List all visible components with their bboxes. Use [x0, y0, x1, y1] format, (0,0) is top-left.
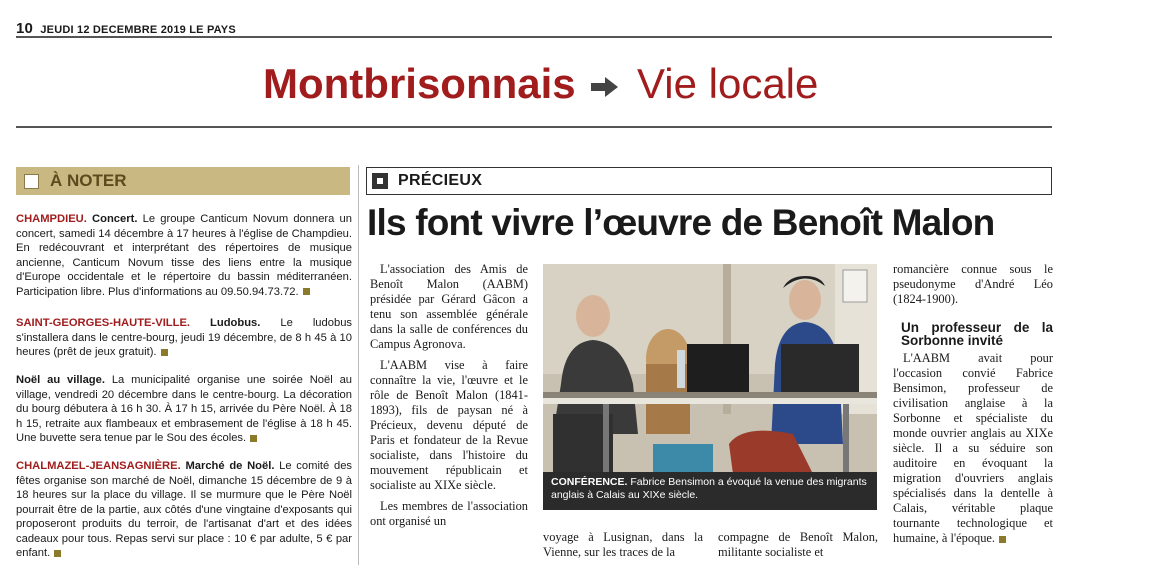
- brief-place: CHALMAZEL-JEANSAGNIÈRE.: [16, 460, 181, 472]
- brief-title: Concert.: [92, 213, 138, 225]
- end-square-icon: [302, 288, 310, 296]
- story-paragraph: Les membres de l'association ont organis…: [370, 499, 528, 528]
- story-paragraph-text: L'AABM avait pour l'occasion convié Fabr…: [893, 351, 1053, 545]
- brief-title: Noël au village.: [16, 374, 105, 386]
- story-column-3: compagne de Benoît Malon, militante soci…: [718, 530, 878, 559]
- section-subtitle: Vie locale: [637, 60, 819, 107]
- brief-text: Le groupe Canticum Novum donnera un conc…: [16, 213, 353, 298]
- brief-text: Le comité des fêtes organise son marché …: [16, 460, 353, 559]
- story-paragraph: romancière connue sous le pseudonyme d'A…: [893, 262, 1053, 306]
- column-divider: [358, 165, 359, 565]
- top-rule: [16, 36, 1052, 38]
- page-number: 10: [16, 20, 34, 37]
- story-paragraph: L'AABM avait pour l'occasion convié Fabr…: [893, 351, 1053, 546]
- story-paragraph: L'AABM vise à faire connaître la vie, l'…: [370, 358, 528, 492]
- brief-place: SAINT-GEORGES-HAUTE-VILLE.: [16, 317, 191, 329]
- story-column-4: romancière connue sous le pseudonyme d'A…: [893, 262, 1053, 546]
- story-column-1: L'association des Amis de Benoît Malon (…: [370, 262, 528, 529]
- caption-kicker: CONFÉRENCE.: [551, 476, 628, 488]
- section-title: Montbrisonnais: [263, 60, 576, 107]
- photo-caption: CONFÉRENCE. Fabrice Bensimon a évoqué la…: [543, 472, 877, 510]
- story-subhead: Un professeur de la Sorbonne invité: [901, 320, 1053, 348]
- rubric-square-icon: [372, 173, 388, 189]
- end-square-icon: [999, 535, 1007, 543]
- brief-title: Ludobus.: [210, 317, 261, 329]
- section-heading: Montbrisonnais Vie locale: [263, 60, 818, 108]
- section-rule: [16, 126, 1052, 128]
- brief-item: Noël au village. La municipalité organis…: [16, 373, 352, 446]
- date-line: JEUDI 12 DECEMBRE 2019 LE PAYS: [40, 24, 236, 36]
- end-square-icon: [160, 348, 168, 356]
- brief-place: CHAMPDIEU.: [16, 213, 87, 225]
- story-column-2: voyage à Lusignan, dans la Vienne, sur l…: [543, 530, 703, 559]
- brief-item: CHALMAZEL-JEANSAGNIÈRE. Marché de Noël. …: [16, 459, 352, 561]
- story-paragraph: L'association des Amis de Benoît Malon (…: [370, 262, 528, 351]
- brief-item: CHAMPDIEU. Concert. Le groupe Canticum N…: [16, 212, 352, 299]
- brief-title: Marché de Noël.: [185, 460, 275, 472]
- right-arrow-icon: [591, 76, 619, 97]
- a-noter-label: À NOTER: [50, 171, 127, 190]
- story-title: Ils font vivre l’œuvre de Benoît Malon: [367, 202, 995, 243]
- end-square-icon: [54, 549, 62, 557]
- a-noter-box-icon: [24, 174, 39, 189]
- brief-item: SAINT-GEORGES-HAUTE-VILLE. Ludobus. Le l…: [16, 316, 352, 360]
- page-folio: 10 JEUDI 12 DECEMBRE 2019 LE PAYS: [16, 20, 236, 37]
- end-square-icon: [250, 434, 258, 442]
- rubric-label: PRÉCIEUX: [398, 172, 483, 189]
